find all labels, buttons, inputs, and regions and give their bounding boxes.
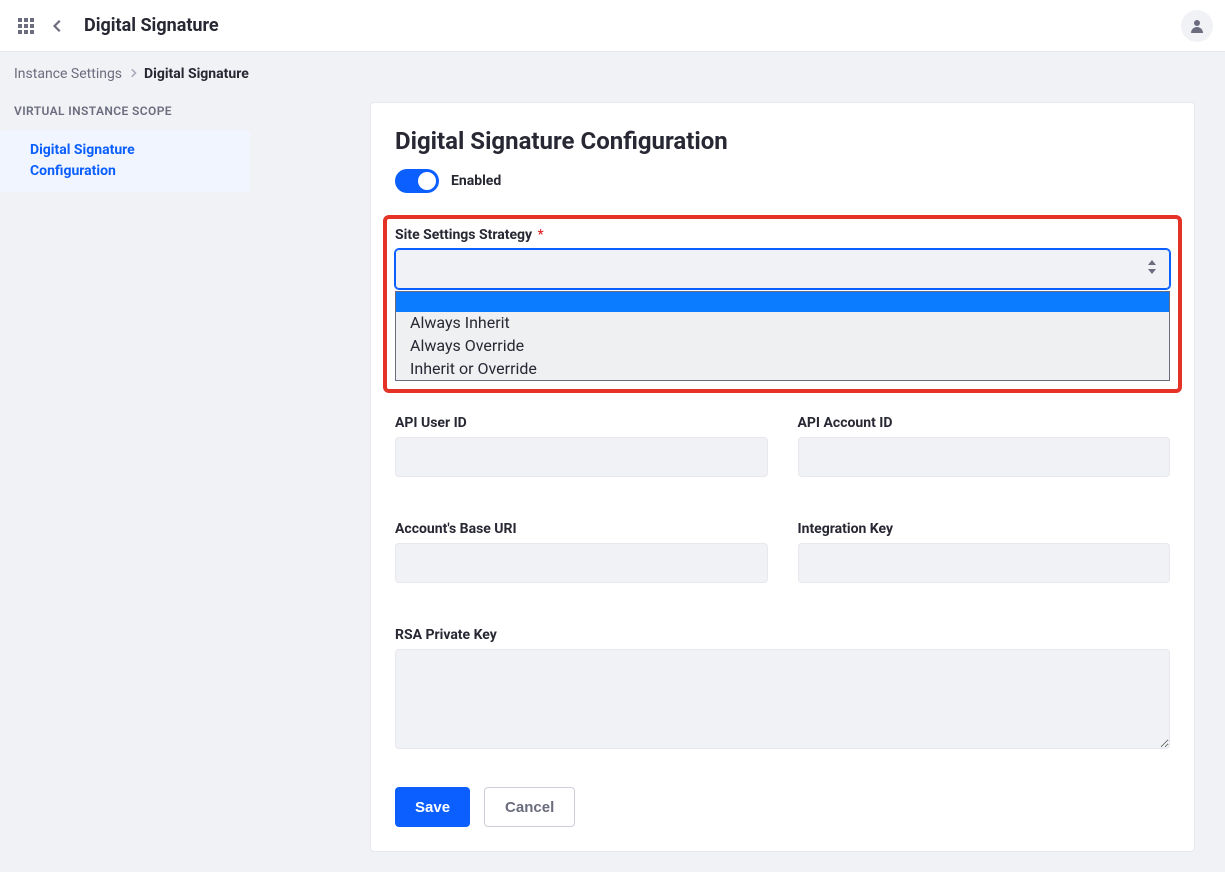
integration-key-label: Integration Key [798, 521, 1171, 537]
strategy-option-blank[interactable] [396, 292, 1169, 312]
base-uri-label: Account's Base URI [395, 521, 768, 537]
site-settings-strategy-dropdown: Always Inherit Always Override Inherit o… [395, 291, 1170, 381]
config-heading: Digital Signature Configuration [395, 127, 1170, 155]
save-button[interactable]: Save [395, 787, 470, 827]
site-settings-strategy-select[interactable] [395, 249, 1170, 289]
page-title: Digital Signature [84, 15, 219, 36]
form-row-uri-key: Account's Base URI Integration Key [395, 521, 1170, 583]
layout: VIRTUAL INSTANCE SCOPE Digital Signature… [0, 82, 1225, 872]
topbar: Digital Signature [0, 0, 1225, 52]
back-button[interactable] [42, 10, 74, 42]
breadcrumb: Instance Settings Digital Signature [0, 52, 1225, 82]
api-user-id-label: API User ID [395, 415, 768, 431]
integration-key-field: Integration Key [798, 521, 1171, 583]
user-menu-button[interactable] [1181, 10, 1213, 42]
user-icon [1189, 18, 1205, 34]
rsa-key-label: RSA Private Key [395, 627, 1170, 643]
main-content: Digital Signature Configuration Enabled … [250, 82, 1225, 872]
sidebar: VIRTUAL INSTANCE SCOPE Digital Signature… [0, 82, 250, 872]
chevron-right-icon [128, 66, 138, 82]
base-uri-input[interactable] [395, 543, 768, 583]
enabled-toggle[interactable] [395, 169, 439, 193]
grid-icon [18, 18, 34, 34]
config-card: Digital Signature Configuration Enabled … [370, 102, 1195, 852]
enabled-label: Enabled [451, 173, 501, 189]
form-row-api-ids: API User ID API Account ID [395, 415, 1170, 477]
action-buttons: Save Cancel [395, 787, 1170, 827]
api-user-id-field: API User ID [395, 415, 768, 477]
strategy-option-always-inherit[interactable]: Always Inherit [396, 312, 1169, 335]
rsa-key-textarea[interactable] [395, 649, 1170, 749]
required-indicator: * [538, 227, 544, 243]
api-account-id-field: API Account ID [798, 415, 1171, 477]
breadcrumb-current: Digital Signature [144, 66, 249, 82]
select-sort-icon [1147, 260, 1157, 278]
base-uri-field: Account's Base URI [395, 521, 768, 583]
breadcrumb-parent-link[interactable]: Instance Settings [14, 66, 122, 82]
strategy-option-always-override[interactable]: Always Override [396, 335, 1169, 358]
api-user-id-input[interactable] [395, 437, 768, 477]
api-account-id-label: API Account ID [798, 415, 1171, 431]
apps-menu-button[interactable] [10, 10, 42, 42]
sidebar-item-label: Digital Signature Configuration [30, 142, 135, 179]
chevron-left-icon [51, 19, 65, 33]
integration-key-input[interactable] [798, 543, 1171, 583]
api-account-id-input[interactable] [798, 437, 1171, 477]
sidebar-scope-heading: VIRTUAL INSTANCE SCOPE [0, 96, 250, 126]
site-settings-strategy-highlight: Site Settings Strategy * Always Inherit … [387, 219, 1178, 389]
enabled-row: Enabled [395, 169, 1170, 193]
cancel-button[interactable]: Cancel [484, 787, 575, 827]
strategy-option-inherit-or-override[interactable]: Inherit or Override [396, 358, 1169, 381]
site-settings-strategy-label: Site Settings Strategy * [395, 227, 1170, 243]
sidebar-item-digital-signature-configuration[interactable]: Digital Signature Configuration [0, 130, 250, 192]
rsa-key-field: RSA Private Key [395, 627, 1170, 753]
